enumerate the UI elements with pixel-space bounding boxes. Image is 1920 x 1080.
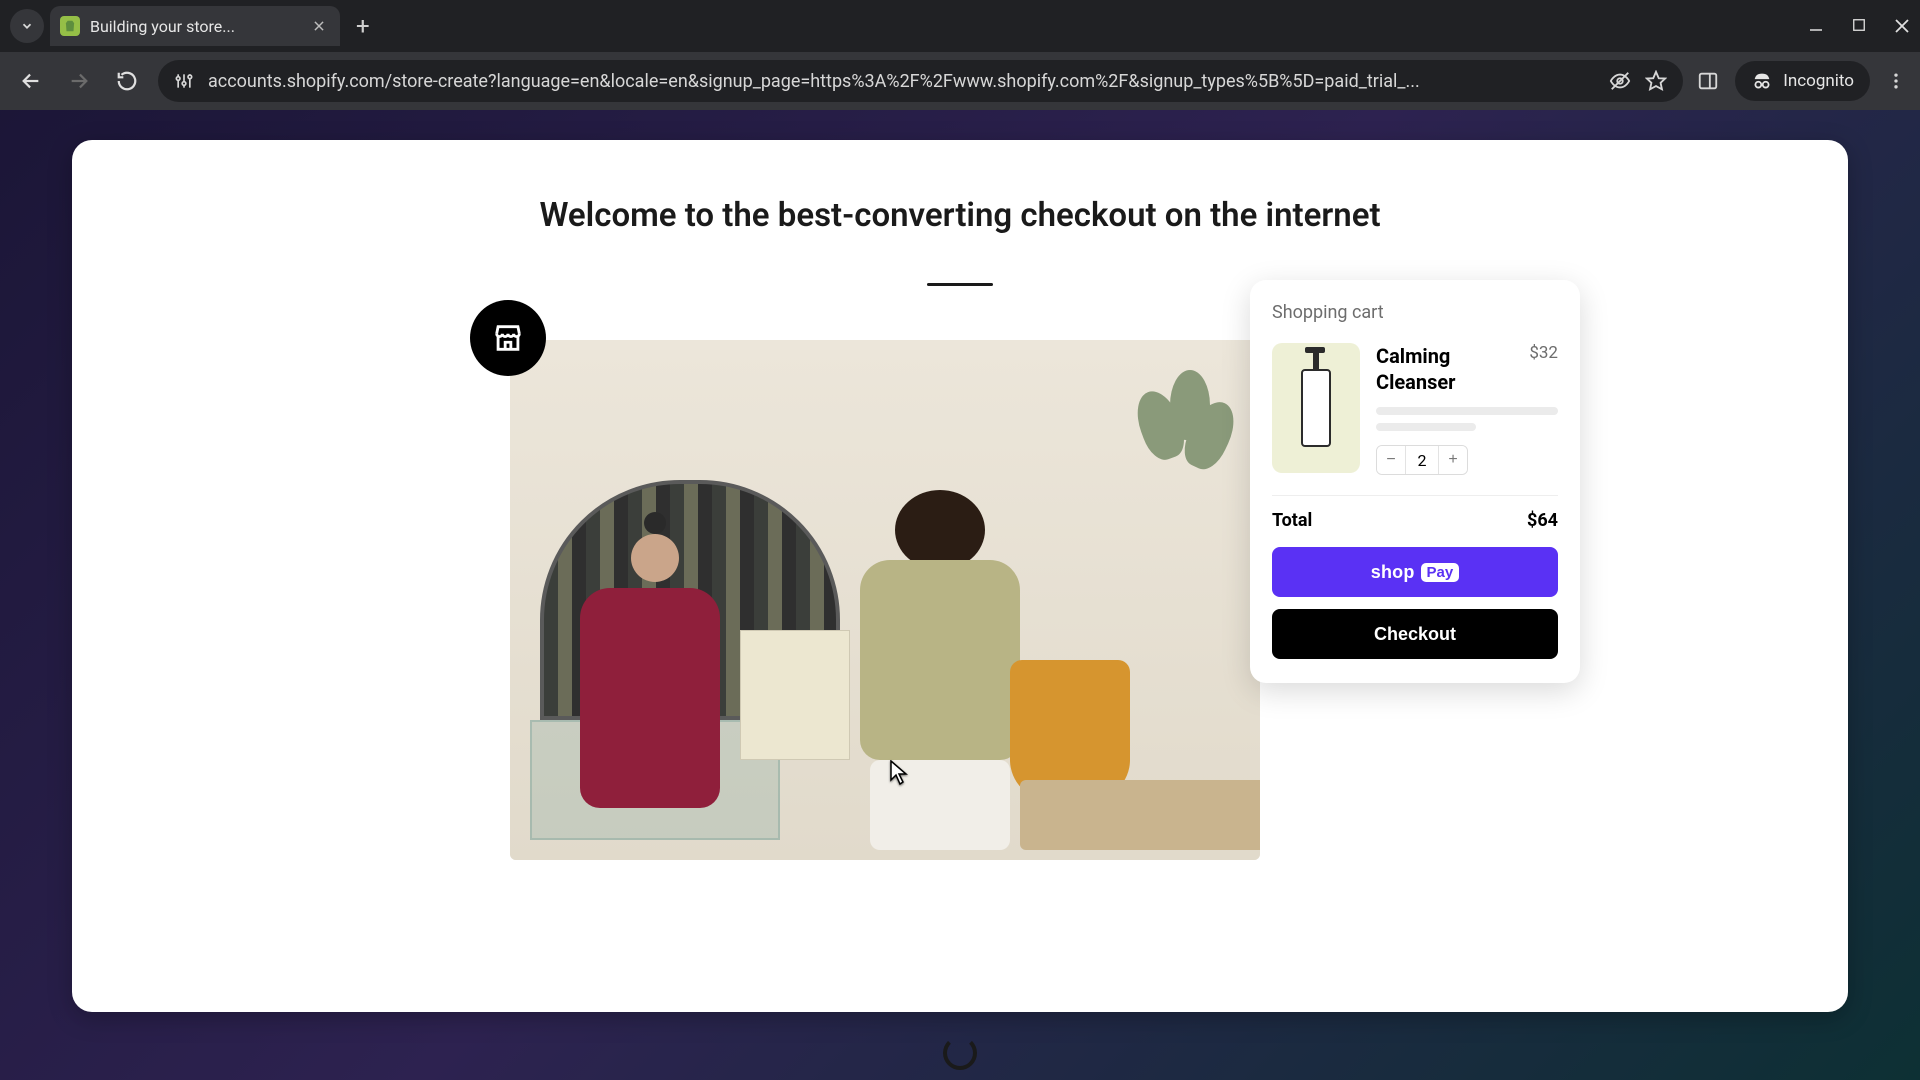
tab-strip: Building your store... + — [0, 0, 1920, 52]
tabs-search-button[interactable] — [10, 9, 44, 43]
product-name: Calming Cleanser — [1376, 343, 1519, 395]
hero-image — [510, 340, 1260, 860]
bookmark-star-icon[interactable] — [1645, 70, 1667, 92]
omnibox[interactable]: accounts.shopify.com/store-create?langua… — [158, 60, 1683, 102]
cursor-icon — [890, 760, 910, 786]
storefront-icon — [491, 321, 525, 355]
checkout-button[interactable]: Checkout — [1272, 609, 1558, 659]
shopify-favicon-icon — [60, 16, 80, 36]
headline-divider — [927, 283, 993, 286]
shop-pay-button[interactable]: shop Pay — [1272, 547, 1558, 597]
browser-menu-button[interactable] — [1886, 71, 1906, 91]
qty-decrease-button[interactable]: − — [1377, 446, 1405, 474]
tab-close-button[interactable] — [312, 19, 326, 33]
side-panel-icon[interactable] — [1697, 70, 1719, 92]
total-label: Total — [1272, 510, 1312, 531]
nav-back-button[interactable] — [14, 64, 48, 98]
cart-separator — [1272, 495, 1558, 496]
page-viewport: Welcome to the best-converting checkout … — [0, 110, 1920, 1080]
nav-reload-button[interactable] — [110, 64, 144, 98]
page-headline: Welcome to the best-converting checkout … — [539, 196, 1380, 235]
cart-total-row: Total $64 — [1272, 510, 1558, 531]
skeleton-line — [1376, 407, 1558, 415]
total-value: $64 — [1527, 510, 1558, 531]
nav-forward-button[interactable] — [62, 64, 96, 98]
product-thumbnail — [1272, 343, 1360, 473]
qty-increase-button[interactable]: + — [1439, 446, 1467, 474]
bottle-icon — [1301, 369, 1331, 447]
loading-spinner-icon — [943, 1036, 977, 1070]
shoppay-badge: Pay — [1421, 563, 1460, 582]
url-text: accounts.shopify.com/store-create?langua… — [208, 71, 1595, 92]
address-bar: accounts.shopify.com/store-create?langua… — [0, 52, 1920, 110]
new-tab-button[interactable]: + — [346, 12, 380, 40]
hero-section: Shopping cart Calming Cleanser $32 − 2 — [510, 340, 1410, 860]
cart-item: Calming Cleanser $32 − 2 + — [1272, 343, 1558, 475]
product-price: $32 — [1529, 343, 1558, 395]
browser-tab[interactable]: Building your store... — [50, 6, 340, 46]
window-maximize-button[interactable] — [1852, 18, 1866, 34]
onboarding-card: Welcome to the best-converting checkout … — [72, 140, 1848, 1012]
window-close-button[interactable] — [1894, 18, 1910, 34]
qty-value: 2 — [1405, 446, 1439, 474]
site-settings-icon[interactable] — [174, 71, 194, 91]
quantity-stepper[interactable]: − 2 + — [1376, 445, 1468, 475]
eye-off-icon[interactable] — [1609, 70, 1631, 92]
skeleton-line — [1376, 423, 1476, 431]
tab-title: Building your store... — [90, 17, 235, 36]
store-badge — [470, 300, 546, 376]
shoppay-word: shop — [1371, 562, 1415, 583]
incognito-icon — [1751, 70, 1773, 92]
cart-title: Shopping cart — [1272, 302, 1558, 323]
browser-chrome: Building your store... + accounts.shopif… — [0, 0, 1920, 110]
incognito-indicator[interactable]: Incognito — [1735, 61, 1870, 101]
window-minimize-button[interactable] — [1808, 18, 1824, 34]
shopping-cart-card: Shopping cart Calming Cleanser $32 − 2 — [1250, 280, 1580, 683]
incognito-label: Incognito — [1783, 71, 1854, 91]
